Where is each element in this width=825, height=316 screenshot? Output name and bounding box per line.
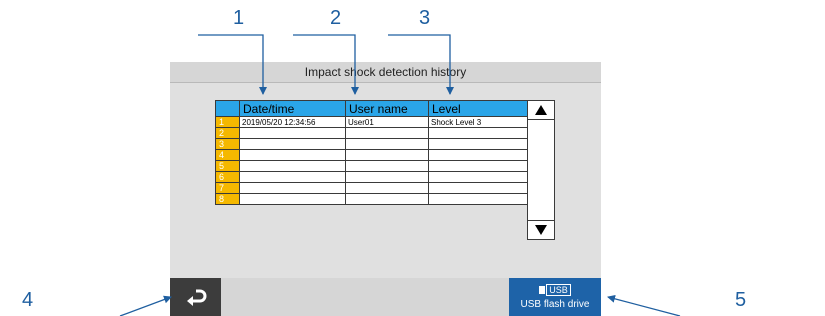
cell-level bbox=[428, 171, 528, 183]
leader-line-4 bbox=[119, 295, 172, 316]
cell-datetime bbox=[239, 127, 346, 139]
callout-3: 3 bbox=[419, 7, 431, 29]
cell-user bbox=[345, 171, 429, 183]
usb-icon: USB bbox=[509, 284, 601, 297]
table-corner bbox=[215, 100, 240, 117]
cell-level bbox=[428, 138, 528, 150]
cell-user bbox=[345, 127, 429, 139]
table-row[interactable]: 6 bbox=[215, 171, 528, 183]
row-number: 1 bbox=[215, 116, 240, 128]
return-arrow-icon bbox=[186, 289, 206, 306]
cell-level bbox=[428, 193, 528, 205]
cell-level bbox=[428, 160, 528, 172]
cell-datetime bbox=[239, 193, 346, 205]
cell-level bbox=[428, 127, 528, 139]
callout-2: 2 bbox=[330, 7, 342, 29]
back-button[interactable] bbox=[170, 278, 221, 316]
row-number: 4 bbox=[215, 149, 240, 161]
row-number: 5 bbox=[215, 160, 240, 172]
cell-user bbox=[345, 160, 429, 172]
row-number: 8 bbox=[215, 193, 240, 205]
cell-user: User01 bbox=[345, 116, 429, 128]
cell-datetime bbox=[239, 149, 346, 161]
row-number: 6 bbox=[215, 171, 240, 183]
row-number: 7 bbox=[215, 182, 240, 194]
callout-4: 4 bbox=[22, 289, 34, 311]
scroll-up-button[interactable] bbox=[528, 101, 554, 120]
usb-button-label: USB flash drive bbox=[520, 299, 590, 310]
column-header-datetime: Date/time bbox=[239, 100, 346, 117]
cell-datetime bbox=[239, 182, 346, 194]
scroll-down-button[interactable] bbox=[528, 220, 554, 239]
table-row[interactable]: 3 bbox=[215, 138, 528, 150]
table-header-row: Date/time User name Level bbox=[215, 100, 528, 117]
cell-datetime bbox=[239, 171, 346, 183]
table-row[interactable]: 2 bbox=[215, 127, 528, 139]
triangle-down-icon bbox=[535, 225, 547, 235]
device-screen: Impact shock detection history Date/time… bbox=[170, 62, 601, 316]
cell-level bbox=[428, 182, 528, 194]
screen-title: Impact shock detection history bbox=[170, 62, 601, 83]
history-table: Date/time User name Level 1 2019/05/20 1… bbox=[215, 100, 528, 205]
callout-1: 1 bbox=[233, 7, 245, 29]
footer-bar: USB USB flash drive bbox=[170, 278, 601, 316]
leader-line-5 bbox=[607, 294, 681, 316]
cell-level bbox=[428, 149, 528, 161]
callout-5: 5 bbox=[735, 289, 747, 311]
cell-user bbox=[345, 149, 429, 161]
cell-datetime bbox=[239, 138, 346, 150]
table-row[interactable]: 4 bbox=[215, 149, 528, 161]
cell-user bbox=[345, 138, 429, 150]
cell-user bbox=[345, 182, 429, 194]
triangle-up-icon bbox=[535, 105, 547, 115]
column-header-level: Level bbox=[428, 100, 528, 117]
table-row[interactable]: 5 bbox=[215, 160, 528, 172]
cell-level: Shock Level 3 bbox=[428, 116, 528, 128]
table-row[interactable]: 1 2019/05/20 12:34:56 User01 Shock Level… bbox=[215, 116, 528, 128]
cell-user bbox=[345, 193, 429, 205]
usb-flash-drive-button[interactable]: USB USB flash drive bbox=[509, 278, 601, 316]
usb-badge: USB bbox=[546, 284, 571, 296]
row-number: 3 bbox=[215, 138, 240, 150]
cell-datetime bbox=[239, 160, 346, 172]
row-number: 2 bbox=[215, 127, 240, 139]
cell-datetime: 2019/05/20 12:34:56 bbox=[239, 116, 346, 128]
column-header-user: User name bbox=[345, 100, 429, 117]
table-row[interactable]: 8 bbox=[215, 193, 528, 205]
table-row[interactable]: 7 bbox=[215, 182, 528, 194]
scrollbar[interactable] bbox=[527, 100, 555, 240]
